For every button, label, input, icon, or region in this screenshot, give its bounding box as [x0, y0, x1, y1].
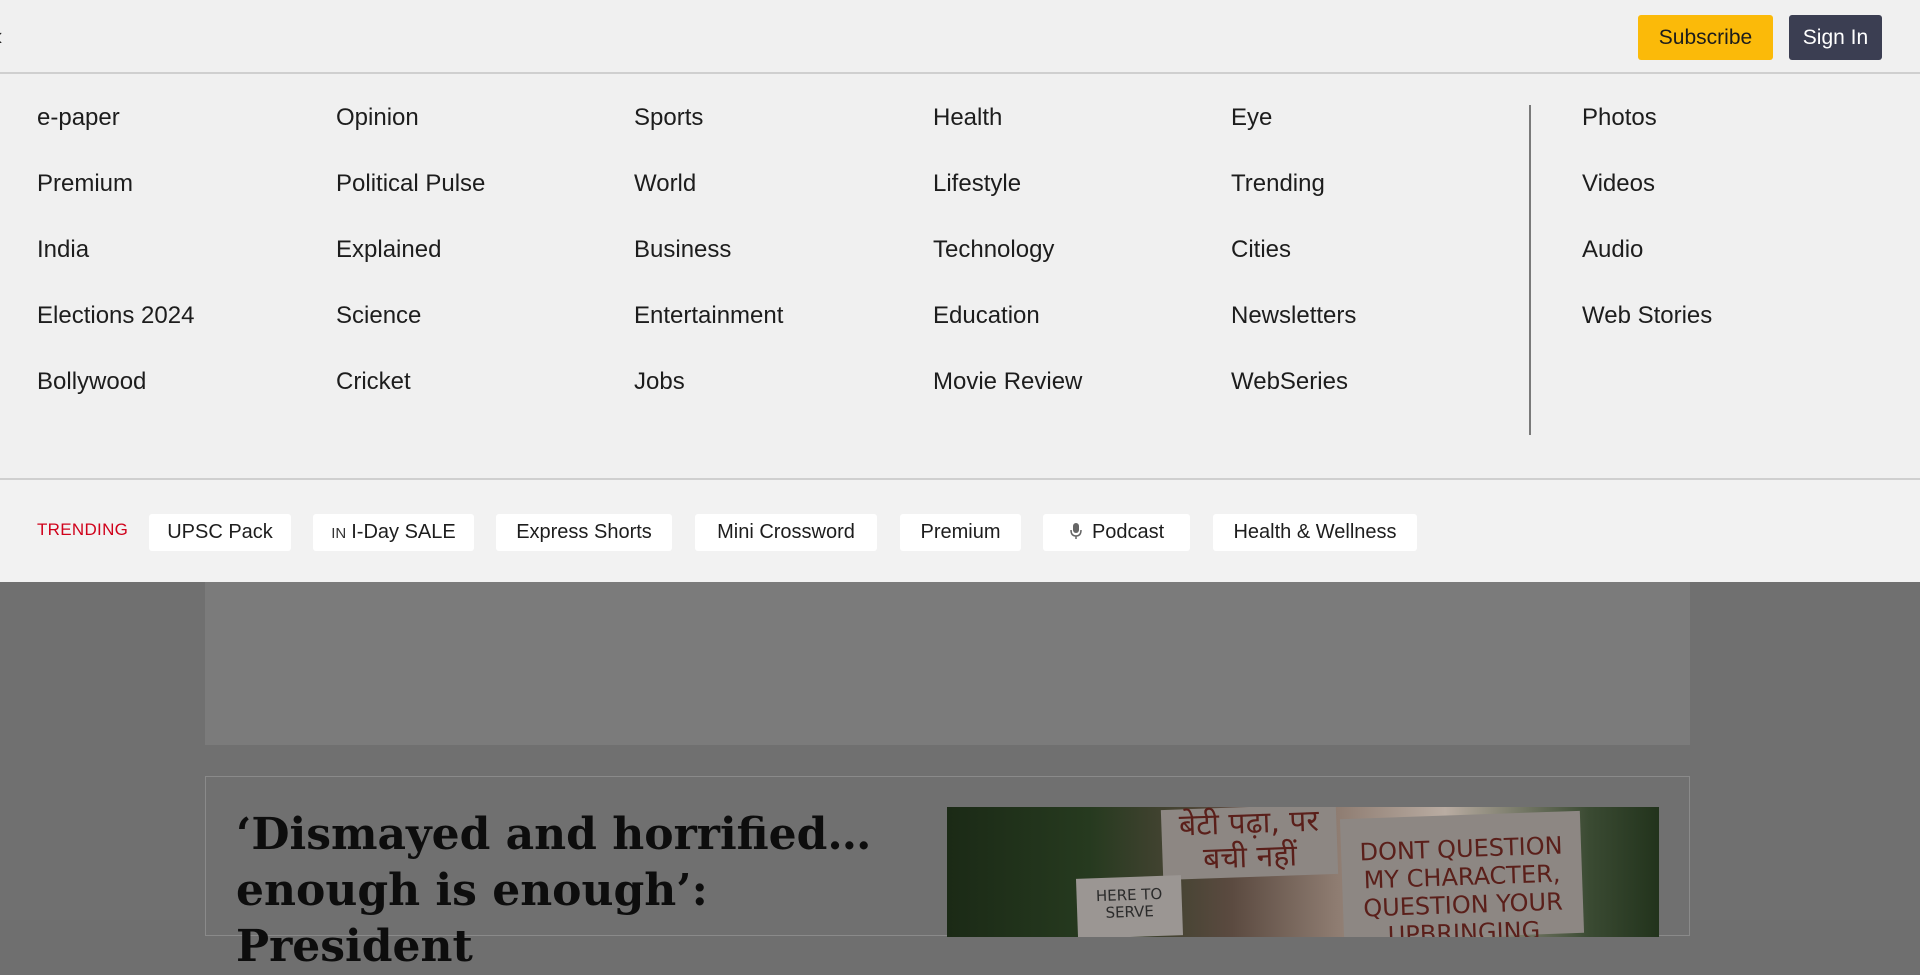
menu-item-audio[interactable]: Audio: [1582, 235, 1712, 301]
sign-in-button[interactable]: Sign In: [1789, 15, 1882, 60]
trending-chip-health-wellness[interactable]: Health & Wellness: [1213, 514, 1417, 551]
lead-story-card[interactable]: ‘Dismayed and horrified… enough is enoug…: [205, 776, 1690, 972]
menu-item-science[interactable]: Science: [336, 301, 485, 367]
menu-item-photos[interactable]: Photos: [1582, 103, 1712, 169]
chip-label: Health & Wellness: [1233, 521, 1397, 543]
menu-column: Eye Trending Cities Newsletters WebSerie…: [1231, 103, 1356, 433]
overlay-topbar: ‹ Subscribe Sign In: [0, 0, 1920, 74]
menu-item-sports[interactable]: Sports: [634, 103, 783, 169]
trending-chip-premium[interactable]: Premium: [900, 514, 1021, 551]
menu-column: Sports World Business Entertainment Jobs: [634, 103, 783, 433]
menu-item-newsletters[interactable]: Newsletters: [1231, 301, 1356, 367]
trending-chip-iday-sale[interactable]: IN I-Day SALE: [313, 514, 474, 551]
menu-item-cities[interactable]: Cities: [1231, 235, 1356, 301]
menu-item-world[interactable]: World: [634, 169, 783, 235]
section-menu: e-paper Premium India Elections 2024 Bol…: [0, 76, 1920, 480]
menu-item-explained[interactable]: Explained: [336, 235, 485, 301]
protest-placard: DONT QUESTION MY CHARACTER, QUESTION YOU…: [1339, 810, 1585, 937]
trending-chip-podcast[interactable]: Podcast: [1043, 514, 1190, 551]
close-icon[interactable]: ‹: [0, 22, 8, 50]
menu-item-movie-review[interactable]: Movie Review: [933, 367, 1082, 433]
trending-chip-upsc-pack[interactable]: UPSC Pack: [149, 514, 291, 551]
menu-column-media: Photos Videos Audio Web Stories: [1582, 103, 1712, 367]
ad-slot: [205, 582, 1690, 745]
menu-divider: [1529, 105, 1531, 435]
menu-item-elections-2024[interactable]: Elections 2024: [37, 301, 194, 367]
trending-chip-mini-crossword[interactable]: Mini Crossword: [695, 514, 877, 551]
menu-item-premium[interactable]: Premium: [37, 169, 194, 235]
menu-item-jobs[interactable]: Jobs: [634, 367, 783, 433]
menu-item-web-stories[interactable]: Web Stories: [1582, 301, 1712, 367]
menu-item-india[interactable]: India: [37, 235, 194, 301]
menu-item-technology[interactable]: Technology: [933, 235, 1082, 301]
subscribe-button[interactable]: Subscribe: [1638, 15, 1773, 60]
navigation-overlay: ‹ Subscribe Sign In e-paper Premium Indi…: [0, 0, 1920, 582]
menu-item-opinion[interactable]: Opinion: [336, 103, 485, 169]
menu-column: Opinion Political Pulse Explained Scienc…: [336, 103, 485, 433]
menu-column: Health Lifestyle Technology Education Mo…: [933, 103, 1082, 433]
menu-item-entertainment[interactable]: Entertainment: [634, 301, 783, 367]
menu-item-health[interactable]: Health: [933, 103, 1082, 169]
chip-label: Express Shorts: [516, 521, 652, 543]
lead-story-headline[interactable]: ‘Dismayed and horrified… enough is enoug…: [236, 807, 936, 975]
protest-placard: HERE TO SERVE: [1075, 875, 1184, 937]
menu-item-videos[interactable]: Videos: [1582, 169, 1712, 235]
chip-label: Mini Crossword: [717, 521, 855, 543]
protest-placard: बेटी पढ़ा, पर बची नहीं: [1160, 807, 1339, 881]
chip-label: Premium: [920, 521, 1001, 543]
menu-item-eye[interactable]: Eye: [1231, 103, 1356, 169]
lead-story-image[interactable]: बेटी पढ़ा, पर बची नहीं DONT QUESTION MY …: [947, 807, 1659, 937]
menu-item-business[interactable]: Business: [634, 235, 783, 301]
menu-item-trending[interactable]: Trending: [1231, 169, 1356, 235]
chip-label: UPSC Pack: [167, 521, 273, 543]
menu-item-political-pulse[interactable]: Political Pulse: [336, 169, 485, 235]
chip-label: Podcast: [1091, 521, 1165, 543]
trending-chip-express-shorts[interactable]: Express Shorts: [496, 514, 672, 551]
india-flag-icon: IN: [331, 525, 347, 542]
trending-bar: TRENDING UPSC Pack IN I-Day SALE Express …: [0, 480, 1920, 582]
menu-item-education[interactable]: Education: [933, 301, 1082, 367]
microphone-icon: [1069, 523, 1087, 542]
menu-column: e-paper Premium India Elections 2024 Bol…: [37, 103, 194, 433]
chip-label: I-Day SALE: [351, 521, 456, 543]
menu-item-cricket[interactable]: Cricket: [336, 367, 485, 433]
menu-item-bollywood[interactable]: Bollywood: [37, 367, 194, 433]
trending-label: TRENDING: [37, 520, 129, 539]
menu-item-webseries[interactable]: WebSeries: [1231, 367, 1356, 433]
menu-item-lifestyle[interactable]: Lifestyle: [933, 169, 1082, 235]
menu-item-e-paper[interactable]: e-paper: [37, 103, 194, 169]
